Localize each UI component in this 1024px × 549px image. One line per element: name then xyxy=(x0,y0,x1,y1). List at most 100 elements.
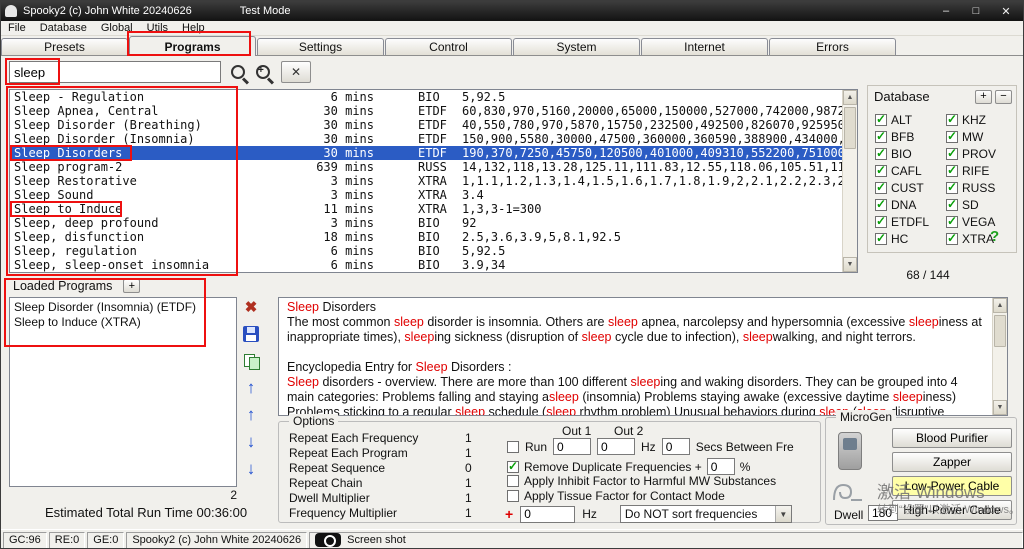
tab[interactable]: System xyxy=(513,38,640,55)
program-row[interactable]: Sleep to Induce 11 mins XTRA 1,3,3-1=300 xyxy=(10,202,842,216)
repeat-setting-value[interactable]: 1 xyxy=(465,506,485,520)
checkbox-icon xyxy=(946,182,958,194)
tab[interactable]: Internet xyxy=(641,38,768,55)
repeat-setting-value[interactable]: 1 xyxy=(465,446,485,460)
menu-item[interactable]: Utils xyxy=(140,22,175,34)
database-checkbox[interactable]: PROV xyxy=(946,145,1017,162)
microgen-mode-button[interactable]: Zapper xyxy=(892,452,1012,472)
scroll-down-button[interactable]: ▼ xyxy=(993,400,1007,415)
move-up-button[interactable]: ↑ xyxy=(241,405,261,425)
database-checkbox[interactable]: ETDFL xyxy=(875,213,946,230)
program-row[interactable]: Sleep - Regulation 6 mins BIO 5,92.5 xyxy=(10,90,842,104)
program-row[interactable]: Sleep Apnea, Central 30 mins ETDF 60,830… xyxy=(10,104,842,118)
loaded-program-item[interactable]: Sleep Disorder (Insomnia) (ETDF) xyxy=(14,300,232,315)
database-checkbox[interactable]: VEGA xyxy=(946,213,1017,230)
program-row[interactable]: Sleep, disfunction 18 mins BIO 2.5,3.6,3… xyxy=(10,230,842,244)
program-row[interactable]: Sleep Disorder (Insomnia) 30 mins ETDF 1… xyxy=(10,132,842,146)
search-icon[interactable] xyxy=(229,63,251,85)
scrollbar-track[interactable] xyxy=(993,313,1007,400)
tab[interactable]: Presets xyxy=(1,38,128,55)
scroll-up-button[interactable]: ▲ xyxy=(993,298,1007,313)
database-checkbox[interactable]: RUSS xyxy=(946,179,1017,196)
out1-input[interactable] xyxy=(553,438,591,455)
menu-item[interactable]: Database xyxy=(33,22,94,34)
checkbox-icon xyxy=(946,165,958,177)
program-row[interactable]: Sleep, sleep-onset insomnia 6 mins BIO 3… xyxy=(10,258,842,272)
program-frequencies: 3.4 xyxy=(462,188,842,202)
microgen-mode-button[interactable]: Blood Purifier xyxy=(892,428,1012,448)
help-button[interactable]: ? xyxy=(990,228,999,245)
database-checkbox[interactable]: ALT xyxy=(875,111,946,128)
tab[interactable]: Errors xyxy=(769,38,896,55)
menu-item[interactable]: Global xyxy=(94,22,140,34)
repeat-setting-value[interactable]: 1 xyxy=(465,491,485,505)
tissue-factor-checkbox[interactable]: Apply Tissue Factor for Contact Mode xyxy=(507,489,725,503)
add-loaded-program-button[interactable]: + xyxy=(123,279,140,293)
program-row[interactable]: Sleep, deep profound 3 mins BIO 92 xyxy=(10,216,842,230)
run-checkbox[interactable] xyxy=(507,441,519,453)
tab-label: Programs xyxy=(164,40,220,54)
program-row[interactable]: Sleep Sound 3 mins XTRA 3.4 xyxy=(10,188,842,202)
database-select-none-button[interactable]: − xyxy=(995,90,1012,104)
sort-frequencies-dropdown[interactable]: Do NOT sort frequencies ▼ xyxy=(620,505,792,523)
database-checkbox[interactable]: KHZ xyxy=(946,111,1017,128)
program-row[interactable]: Sleep Disorders 30 mins ETDF 190,370,725… xyxy=(10,146,842,160)
database-checkbox[interactable]: MW xyxy=(946,128,1017,145)
program-row[interactable]: Sleep, regulation 6 mins BIO 5,92.5 xyxy=(10,244,842,258)
menu-item[interactable]: File xyxy=(1,22,33,34)
database-checkbox[interactable]: HC xyxy=(875,230,946,247)
plus-glyph: + xyxy=(258,65,264,76)
description-scrollbar[interactable]: ▲ ▼ xyxy=(992,298,1007,415)
program-row[interactable]: Sleep Restorative 3 mins XTRA 1,1.1,1.2,… xyxy=(10,174,842,188)
scrollbar-track[interactable] xyxy=(843,105,857,257)
copy-programs-button[interactable] xyxy=(241,351,261,371)
scrollbar-thumb[interactable] xyxy=(844,107,856,149)
repeat-setting-value[interactable]: 1 xyxy=(465,476,485,490)
tab[interactable]: Settings xyxy=(257,38,384,55)
database-select-all-button[interactable]: + xyxy=(975,90,992,104)
database-checkbox[interactable]: XTRA xyxy=(946,230,1017,247)
clear-search-button[interactable]: ✕ xyxy=(281,61,311,83)
scroll-down-button[interactable]: ▼ xyxy=(843,257,857,272)
move-down-button[interactable]: ↓ xyxy=(241,432,261,452)
offset-input[interactable] xyxy=(520,506,575,523)
repeat-setting-value[interactable]: 1 xyxy=(465,431,485,445)
duplicate-tolerance-input[interactable] xyxy=(707,458,735,475)
tab[interactable]: Programs xyxy=(129,36,256,56)
out2-input[interactable] xyxy=(597,438,635,455)
scrollbar-thumb[interactable] xyxy=(994,315,1006,347)
checkbox-icon xyxy=(946,148,958,160)
database-checkbox[interactable]: CUST xyxy=(875,179,946,196)
zoom-in-icon[interactable]: + xyxy=(254,63,276,85)
program-database: ETDF xyxy=(418,132,462,146)
inhibit-factor-checkbox[interactable]: Apply Inhibit Factor to Harmful MW Subst… xyxy=(507,474,776,488)
program-name: Sleep Apnea, Central xyxy=(14,104,310,118)
repeat-setting-value[interactable]: 0 xyxy=(465,461,485,475)
move-top-button[interactable]: ↑ xyxy=(241,378,261,398)
scroll-up-button[interactable]: ▲ xyxy=(843,90,857,105)
secs-between-input[interactable] xyxy=(662,438,690,455)
status-cells: GC:96RE:0GE:0Spooky2 (c) John White 2024… xyxy=(3,532,307,549)
tab[interactable]: Control xyxy=(385,38,512,55)
database-checkbox[interactable]: DNA xyxy=(875,196,946,213)
menu-item[interactable]: Help xyxy=(175,22,212,34)
loaded-program-item[interactable]: Sleep to Induce (XTRA) xyxy=(14,315,232,330)
screenshot-button[interactable]: Screen shot xyxy=(309,532,1023,549)
program-list-scrollbar[interactable]: ▲ ▼ xyxy=(842,90,857,272)
database-checkbox[interactable]: SD xyxy=(946,196,1017,213)
minimize-button[interactable]: – xyxy=(931,5,961,17)
copy-icon xyxy=(243,353,259,369)
database-checkbox[interactable]: BFB xyxy=(875,128,946,145)
database-checkbox[interactable]: BIO xyxy=(875,145,946,162)
close-button[interactable]: ✕ xyxy=(991,5,1021,18)
database-checkbox[interactable]: RIFE xyxy=(946,162,1017,179)
search-input[interactable] xyxy=(9,61,221,83)
program-row[interactable]: Sleep program-2 639 mins RUSS 14,132,118… xyxy=(10,160,842,174)
move-bottom-button[interactable]: ↓ xyxy=(241,459,261,479)
remove-duplicates-checkbox[interactable]: Remove Duplicate Frequencies + % xyxy=(507,458,750,475)
database-checkbox[interactable]: CAFL xyxy=(875,162,946,179)
maximize-button[interactable]: □ xyxy=(961,5,991,17)
program-row[interactable]: Sleep Disorder (Breathing) 30 mins ETDF … xyxy=(10,118,842,132)
save-programs-button[interactable] xyxy=(241,324,261,344)
delete-program-button[interactable]: ✖ xyxy=(241,297,261,317)
